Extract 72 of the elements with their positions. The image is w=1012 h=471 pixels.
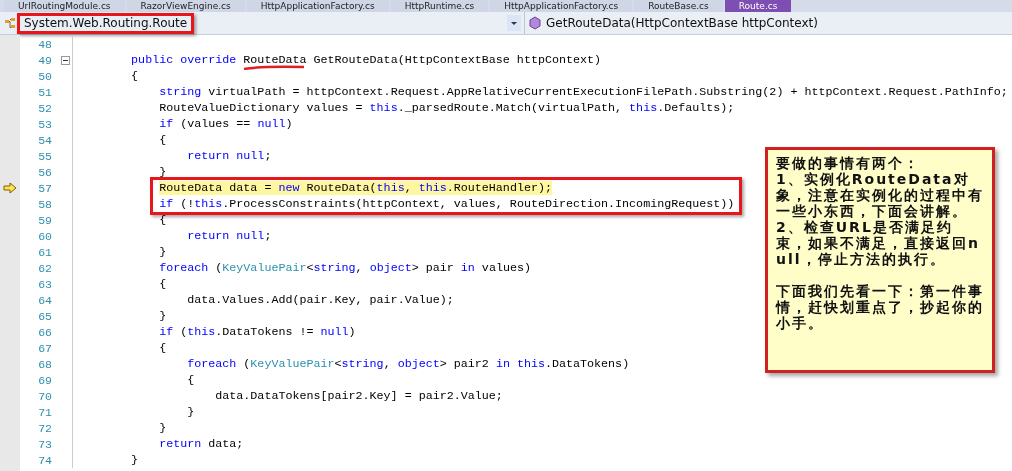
line-number: 64 xyxy=(37,293,52,307)
line-number: 66 xyxy=(37,325,52,339)
line-number: 70 xyxy=(37,389,52,403)
code-line: } xyxy=(131,453,139,467)
member-dropdown-text: GetRouteData(HttpContextBase httpContext) xyxy=(546,16,818,30)
code-line: } xyxy=(187,405,195,419)
code-line: } xyxy=(159,421,167,435)
line-number: 49 xyxy=(37,53,52,67)
line-number: 68 xyxy=(37,357,52,371)
method-icon xyxy=(528,16,542,30)
line-number: 52 xyxy=(37,101,52,115)
line-number: 72 xyxy=(37,421,52,435)
line-number: 57 xyxy=(37,181,52,195)
code-line: foreach (KeyValuePair<string, object> pair2 in this.DataTokens) xyxy=(187,357,630,371)
code-line: if (this.DataTokens != null) xyxy=(159,325,356,339)
code-line: public override RouteData GetRouteData(HttpContextBase httpContext) xyxy=(131,53,602,67)
line-number: 62 xyxy=(37,261,52,275)
note-text: 下面我们先看一下：第一件事情，赶快划重点了，抄起你的小手。 xyxy=(776,283,984,331)
line-number: 53 xyxy=(37,117,52,131)
line-number: 74 xyxy=(37,453,52,467)
collapse-icon[interactable] xyxy=(60,55,70,65)
line-number: 69 xyxy=(37,373,52,387)
file-tab[interactable]: HttpRuntime.cs xyxy=(390,0,489,12)
line-number: 71 xyxy=(37,405,52,419)
type-dropdown-text: System.Web.Routing.Route xyxy=(24,16,188,30)
line-number: 61 xyxy=(37,245,52,259)
code-line: { xyxy=(159,277,167,291)
note-text: 2、检查URL是否满足约束，如果不满足，直接返回null，停止方法的执行。 xyxy=(776,219,981,267)
code-line: data.DataTokens[pair2.Key] = pair2.Value; xyxy=(215,389,503,403)
code-line: { xyxy=(159,213,167,227)
file-tab[interactable]: UrlRoutingModule.cs xyxy=(4,0,125,12)
member-dropdown[interactable]: GetRouteData(HttpContextBase httpContext) xyxy=(525,12,821,34)
line-number: 48 xyxy=(37,37,52,51)
underline-stroke xyxy=(242,65,306,70)
code-line: if (!this.ProcessConstraints(httpContext, values, RouteDirection.IncomingRequest)) xyxy=(159,197,735,211)
line-number: 51 xyxy=(37,85,52,99)
code-line: return null; xyxy=(187,229,272,243)
file-tab[interactable]: RouteBase.cs xyxy=(634,0,723,12)
code-line: string virtualPath = httpContext.Request.AppRelativeCurrentExecutionFilePath.Substring(2) + httpContext.Request.PathInfo; xyxy=(159,85,1008,99)
code-line: RouteValueDictionary values = this._parsedRoute.Match(virtualPath, this.Defaults); xyxy=(159,101,735,115)
code-line: foreach (KeyValuePair<string, object> pair in values) xyxy=(159,261,531,275)
code-line: } xyxy=(159,309,167,323)
note-text: 1、实例化RouteData对象，注意在实例化的过程中有一些小东西，下面会讲解。 xyxy=(776,171,984,219)
class-icon xyxy=(3,16,17,30)
code-line: { xyxy=(159,341,167,355)
caret-icon[interactable] xyxy=(507,15,521,31)
code-line: } xyxy=(159,245,167,259)
line-number: 58 xyxy=(37,197,52,211)
line-number: 60 xyxy=(37,229,52,243)
file-tab[interactable]: RazorViewEngine.cs xyxy=(126,0,245,12)
code-line: } xyxy=(159,165,167,179)
code-line: { xyxy=(187,373,195,387)
line-number: 73 xyxy=(37,437,52,451)
line-number: 65 xyxy=(37,309,52,323)
code-line: { xyxy=(131,69,139,83)
code-line: return null; xyxy=(187,149,272,163)
line-number: 59 xyxy=(37,213,52,227)
type-dropdown[interactable]: System.Web.Routing.Route xyxy=(0,12,525,34)
line-number: 67 xyxy=(37,341,52,355)
code-line: return data; xyxy=(159,437,244,451)
line-number: 56 xyxy=(37,165,52,179)
line-number: 63 xyxy=(37,277,52,291)
file-tab[interactable]: HttpApplicationFactory.cs xyxy=(246,0,389,12)
file-tab[interactable]: HttpApplicationFactory.cs xyxy=(490,0,633,12)
code-line: data.Values.Add(pair.Key, pair.Value); xyxy=(187,293,454,307)
line-number: 54 xyxy=(37,133,52,147)
note-text: 要做的事情有两个： xyxy=(776,155,921,171)
line-number: 55 xyxy=(37,149,52,163)
code-line: { xyxy=(159,133,167,147)
code-line: if (values == null) xyxy=(159,117,293,131)
file-tab[interactable]: Route.cs xyxy=(724,0,792,12)
line-number: 50 xyxy=(37,69,52,83)
